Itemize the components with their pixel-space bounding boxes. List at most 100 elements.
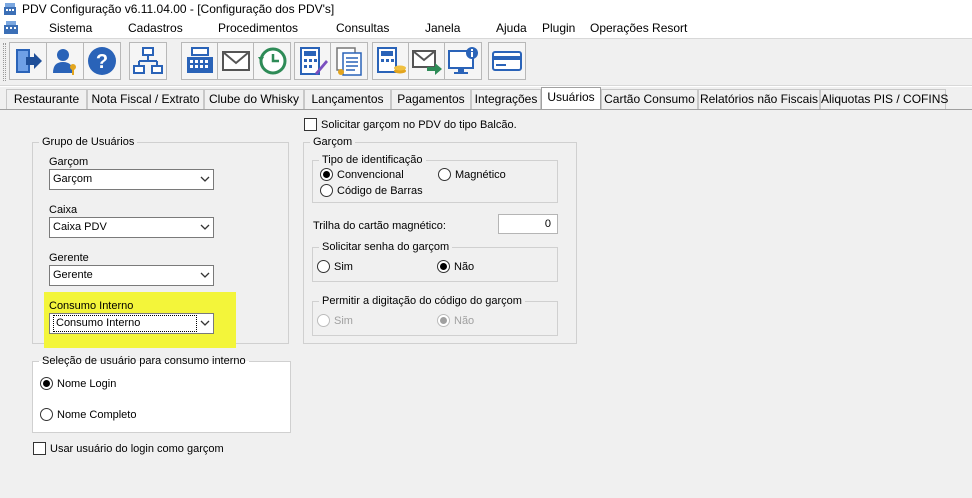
svg-text:?: ? <box>96 51 108 73</box>
radio-dot[interactable] <box>320 168 333 181</box>
card-icon <box>492 51 522 71</box>
gerente-label: Gerente <box>49 252 89 264</box>
selecao-usuario-group: Seleção de usuário para consumo interno <box>32 355 291 433</box>
cash-register-button[interactable] <box>181 42 219 80</box>
caixa-combo[interactable]: Caixa PDV <box>49 217 214 238</box>
convencional-label: Convencional <box>337 168 404 181</box>
magnetico-radio[interactable]: Magnético <box>438 168 506 181</box>
tab-restaurante[interactable]: Restaurante <box>6 89 87 109</box>
toolbar: ? <box>0 38 972 86</box>
menu-procedimentos[interactable]: Procedimentos <box>218 21 298 35</box>
users-button[interactable] <box>46 42 84 80</box>
garcom-combo[interactable]: Garçom <box>49 169 214 190</box>
cash-register-icon <box>187 47 213 73</box>
tab-strip: Restaurante Nota Fiscal / Extrato Clube … <box>0 87 972 109</box>
nome-completo-radio[interactable]: Nome Completo <box>40 408 136 421</box>
mail-forward-button[interactable] <box>408 42 446 80</box>
checkbox-box[interactable] <box>304 118 317 131</box>
network-icon <box>133 47 163 74</box>
window-title: PDV Configuração v6.11.04.00 - [Configur… <box>22 2 335 16</box>
calculator-pen-button[interactable] <box>294 42 332 80</box>
senha-sim-label: Sim <box>334 260 353 273</box>
menu-operacoes-resort[interactable]: Operações Resort <box>590 21 687 35</box>
tab-lancamentos[interactable]: Lançamentos <box>304 89 391 109</box>
senha-nao-label: Não <box>454 260 475 273</box>
digitacao-sim-label: Sim <box>334 314 353 327</box>
mdi-child-icon[interactable] <box>3 20 19 36</box>
card-button[interactable] <box>488 42 526 80</box>
tab-cartao-consumo[interactable]: Cartão Consumo <box>601 89 698 109</box>
network-button[interactable] <box>129 42 167 80</box>
usar-usuario-login-checkbox[interactable]: Usar usuário do login como garçom <box>33 442 224 455</box>
tab-clube-do-whisky[interactable]: Clube do Whisky <box>204 89 304 109</box>
chevron-down-icon <box>200 224 210 230</box>
digitacao-nao-radio: Não <box>437 314 474 327</box>
nome-login-label: Nome Login <box>57 377 117 390</box>
radio-dot[interactable] <box>437 260 450 273</box>
menu-ajuda[interactable]: Ajuda <box>496 21 527 35</box>
caixa-label: Caixa <box>49 204 78 216</box>
radio-dot[interactable] <box>40 408 53 421</box>
toolbar-grip[interactable] <box>3 43 6 81</box>
chevron-down-icon <box>200 320 210 326</box>
documents-button[interactable] <box>330 42 368 80</box>
exit-button[interactable] <box>9 42 47 80</box>
mail-icon <box>222 51 250 71</box>
mail-button[interactable] <box>217 42 255 80</box>
help-button[interactable]: ? <box>83 42 121 80</box>
chevron-down-icon <box>200 272 210 278</box>
radio-dot[interactable] <box>40 377 53 390</box>
app-icon <box>4 3 16 15</box>
senha-nao-radio[interactable]: Não <box>437 260 474 273</box>
monitor-info-icon <box>448 47 478 74</box>
convencional-radio[interactable]: Convencional <box>320 168 404 181</box>
tab-integracoes[interactable]: Integrações <box>471 89 541 109</box>
consumo-interno-combo[interactable]: Consumo Interno <box>49 313 214 334</box>
tab-aliquotas-pis-cofins[interactable]: Aliquotas PIS / COFINS <box>820 89 948 109</box>
nome-completo-label: Nome Completo <box>57 408 137 421</box>
radio-dot[interactable] <box>317 260 330 273</box>
radio-dot[interactable] <box>320 184 333 197</box>
history-button[interactable] <box>253 42 291 80</box>
tab-pagamentos[interactable]: Pagamentos <box>391 89 471 109</box>
garcom-label: Garçom <box>49 156 89 168</box>
calculator-coins-icon <box>377 47 406 74</box>
magnetico-label: Magnético <box>455 168 506 181</box>
gerente-combo-value: Gerente <box>53 269 93 281</box>
calculator-coins-button[interactable] <box>372 42 410 80</box>
tab-nota-fiscal-extrato[interactable]: Nota Fiscal / Extrato <box>87 89 204 109</box>
radio-dot[interactable] <box>438 168 451 181</box>
tab-usuarios[interactable]: Usuários <box>541 87 601 109</box>
selecao-usuario-legend: Seleção de usuário para consumo interno <box>42 355 246 367</box>
help-icon: ? <box>88 47 116 75</box>
monitor-info-button[interactable] <box>444 42 482 80</box>
grupo-usuarios-legend: Grupo de Usuários <box>42 136 135 148</box>
gerente-combo[interactable]: Gerente <box>49 265 214 286</box>
consumo-interno-combo-value: Consumo Interno <box>53 315 197 332</box>
solicitar-senha-legend: Solicitar senha do garçom <box>322 241 450 253</box>
digitacao-nao-label: Não <box>454 314 475 327</box>
menu-plugin[interactable]: Plugin <box>542 21 575 35</box>
menu-sistema[interactable]: Sistema <box>49 21 92 35</box>
solicitar-garcom-balcao-checkbox[interactable]: Solicitar garçom no PDV do tipo Balcão. <box>304 118 517 131</box>
users-icon <box>53 49 76 75</box>
senha-sim-radio[interactable]: Sim <box>317 260 353 273</box>
checkbox-box[interactable] <box>33 442 46 455</box>
nome-login-radio[interactable]: Nome Login <box>40 377 116 390</box>
usar-usuario-login-label: Usar usuário do login como garçom <box>50 442 224 455</box>
menu-bar: Sistema Cadastros Procedimentos Consulta… <box>0 18 972 38</box>
codigo-barras-label: Código de Barras <box>337 184 423 197</box>
trilha-input[interactable]: 0 <box>498 214 558 234</box>
codigo-barras-radio[interactable]: Código de Barras <box>320 184 423 197</box>
calculator-pen-icon <box>300 47 328 75</box>
menu-cadastros[interactable]: Cadastros <box>128 21 183 35</box>
title-bar: PDV Configuração v6.11.04.00 - [Configur… <box>0 0 972 18</box>
exit-icon <box>16 49 42 73</box>
solicitar-garcom-balcao-label: Solicitar garçom no PDV do tipo Balcão. <box>321 118 517 131</box>
radio-dot <box>317 314 330 327</box>
digitacao-sim-radio: Sim <box>317 314 353 327</box>
menu-janela[interactable]: Janela <box>425 21 460 35</box>
trilha-label: Trilha do cartão magnético: <box>313 220 446 232</box>
menu-consultas[interactable]: Consultas <box>336 21 389 35</box>
tab-relatorios-nao-fiscais[interactable]: Relatórios não Fiscais <box>698 89 820 109</box>
